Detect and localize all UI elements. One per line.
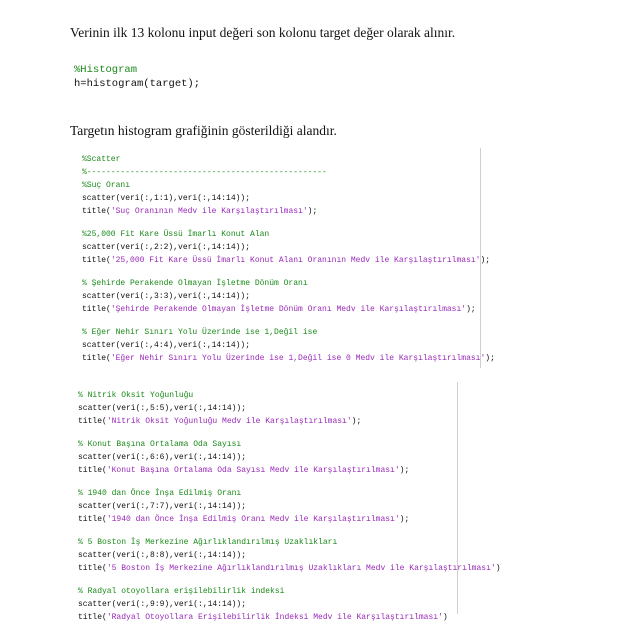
code-statement-line: scatter(veri(:,3:3),veri(:,14:14)); (82, 292, 251, 301)
title-statement-line: title('Nitrik Oksit Yoğunluğu Medv ile K… (78, 415, 501, 428)
title-string-literal: '5 Boston İş Merkezine Ağırlıklandırılmı… (106, 564, 496, 573)
title-statement-line: title('25,000 Fit Kare Üssü İmarlı Konut… (82, 254, 495, 267)
code-comment-line: % 1940 dan Önce İnşa Edilmiş Oranı (78, 489, 242, 498)
title-statement-line: title('Radyal Otoyollara Erişilebilirlik… (78, 611, 501, 624)
title-statement-line: title('Suç Oranının Medv ile Karşılaştır… (82, 205, 495, 218)
histogram-code-block: %Histogram h=histogram(target); (74, 63, 200, 91)
title-string-literal: 'Eğer Nehir Sınırı Yolu Üzerinde ise 1,D… (110, 354, 486, 363)
code-comment-line: %Suç Oranı (82, 181, 131, 190)
title-string-literal: 'Şehirde Perakende Olmayan İşletme Dönüm… (110, 305, 467, 314)
code-statement-line: scatter(veri(:,1:1),veri(:,14:14)); (82, 194, 251, 203)
code-comment-line: % Radyal otoyollara erişilebilirlik inde… (78, 587, 285, 596)
code-statement-line: scatter(veri(:,5:5),veri(:,14:14)); (78, 404, 247, 413)
code-comment-line: % Konut Başına Ortalama Oda Sayısı (78, 440, 242, 449)
title-statement-line: title('Eğer Nehir Sınırı Yolu Üzerinde i… (82, 352, 495, 365)
title-string-literal: 'Suç Oranının Medv ile Karşılaştırılması… (110, 207, 308, 216)
code-comment-line: % 5 Boston İş Merkezine Ağırlıklandırılm… (78, 538, 338, 547)
title-statement-line: title('Şehirde Perakende Olmayan İşletme… (82, 303, 495, 316)
title-statement-line: title('Konut Başına Ortalama Oda Sayısı … (78, 464, 501, 477)
title-call-suffix: ) (442, 613, 448, 622)
title-statement-line: title('1940 dan Önce İnşa Edilmiş Oranı … (78, 513, 501, 526)
title-call-suffix: ); (399, 466, 410, 475)
code-comment-line: %25,000 Fit Kare Üssü İmarlı Konut Alan (82, 230, 270, 239)
code-comment-line: %Histogram (74, 64, 138, 76)
title-call-prefix: title( (82, 354, 111, 363)
code-statement-line: scatter(veri(:,6:6),veri(:,14:14)); (78, 453, 247, 462)
title-string-literal: 'Konut Başına Ortalama Oda Sayısı Medv i… (106, 466, 400, 475)
title-call-prefix: title( (82, 207, 111, 216)
code-statement-line: scatter(veri(:,8:8),veri(:,14:14)); (78, 551, 247, 560)
scatter-code-block-2: % Nitrik Oksit Yoğunluğu scatter(veri(:,5… (78, 389, 501, 624)
title-statement-line: title('5 Boston İş Merkezine Ağırlıkland… (78, 562, 501, 575)
title-call-prefix: title( (78, 564, 107, 573)
title-call-suffix: ); (466, 305, 476, 314)
title-call-suffix: ); (351, 417, 362, 426)
title-string-literal: '25,000 Fit Kare Üssü İmarlı Konut Alanı… (110, 256, 481, 265)
code-statement-line: h=histogram(target); (74, 78, 201, 90)
title-call-suffix: ); (307, 207, 318, 216)
code-comment-line: %---------------------------------------… (82, 168, 327, 177)
code-comment-line: % Nitrik Oksit Yoğunluğu (78, 391, 194, 400)
code-statement-line: scatter(veri(:,7:7),veri(:,14:14)); (78, 502, 247, 511)
code-statement-line: scatter(veri(:,2:2),veri(:,14:14)); (82, 243, 251, 252)
intro-paragraph: Verinin ilk 13 kolonu input değeri son k… (70, 25, 456, 40)
title-call-suffix: ); (399, 515, 410, 524)
code-statement-line: scatter(veri(:,9:9),veri(:,14:14)); (78, 600, 247, 609)
title-string-literal: '1940 dan Önce İnşa Edilmiş Oranı Medv i… (106, 515, 400, 524)
title-string-literal: 'Radyal Otoyollara Erişilebilirlik İndek… (106, 613, 443, 622)
code-comment-line: % Şehirde Perakende Olmayan İşletme Dönü… (82, 279, 308, 288)
title-string-literal: 'Nitrik Oksit Yoğunluğu Medv ile Karşıla… (106, 417, 352, 426)
code-comment-line: %Scatter (82, 155, 121, 164)
title-call-prefix: title( (78, 613, 107, 622)
title-call-prefix: title( (78, 417, 107, 426)
title-call-suffix: ); (480, 256, 491, 265)
title-call-prefix: title( (82, 305, 111, 314)
title-call-prefix: title( (82, 256, 111, 265)
title-call-suffix: ) (495, 564, 501, 573)
title-call-prefix: title( (78, 466, 107, 475)
scatter-code-block-1: %Scatter %-------------------------------… (82, 153, 495, 365)
title-call-prefix: title( (78, 515, 107, 524)
title-call-suffix: ); (485, 354, 495, 363)
code-comment-line: % Eğer Nehir Sınırı Yolu Üzerinde ise 1,… (82, 328, 318, 337)
histogram-description: Targetın histogram grafiğinin gösterildi… (70, 123, 337, 138)
code-statement-line: scatter(veri(:,4:4),veri(:,14:14)); (82, 341, 251, 350)
